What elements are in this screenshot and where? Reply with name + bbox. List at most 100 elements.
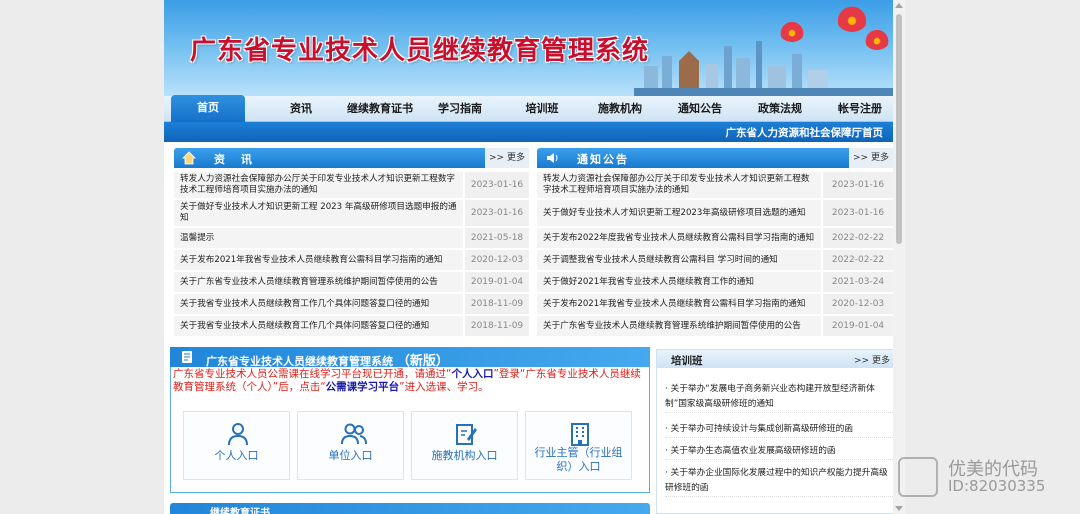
training-header: 培训班 >> 更多: [657, 350, 898, 368]
list-item-date: 2019-01-04: [823, 316, 893, 336]
list-item[interactable]: 关于广东省专业技术人员继续教育管理系统维护期间暂停使用的公告 2019-01-04: [537, 316, 893, 337]
list-item-title[interactable]: 关于我省专业技术人员继续教育工作几个具体问题答复口径的通知: [174, 294, 463, 314]
scroll-thumb[interactable]: [896, 14, 902, 244]
list-item-date: 2020-12-03: [465, 250, 529, 270]
news-panel-header: 资 讯 >> 更多: [174, 148, 529, 168]
personal-entry-label: 个人入口: [214, 449, 259, 462]
institution-entry-label: 施教机构入口: [431, 449, 498, 462]
page: 广东省专业技术人员继续教育管理系统 首页 资讯 继续教育证书 学习指南 培训班 …: [164, 0, 905, 514]
list-item-title[interactable]: 转发人力资源社会保障部办公厅关于印发专业技术人才知识更新工程数字技术工程师培育项…: [174, 172, 463, 198]
list-item[interactable]: 关于我省专业技术人员继续教育工作几个具体问题答复口径的通知 2018-11-09: [174, 294, 529, 315]
list-item-title[interactable]: 关于广东省专业技术人员继续教育管理系统维护期间暂停使用的公告: [537, 316, 821, 336]
nav-policies[interactable]: 政策法规: [752, 96, 808, 122]
city-skyline-graphic: [634, 41, 905, 96]
list-item-title[interactable]: 关于做好2021年我省专业技术人员继续教育工作的通知: [537, 272, 821, 292]
list-item-title[interactable]: 转发人力资源社会保障部办公厅关于印发专业技术人才知识更新工程数字技术工程师培育项…: [537, 172, 821, 198]
nav-home[interactable]: 首页: [171, 95, 245, 122]
list-item-title[interactable]: 关于我省专业技术人员继续教育工作几个具体问题答复口径的通知: [174, 316, 463, 336]
list-item[interactable]: 关于做好专业技术人才知识更新工程2023年高级研修项目选题的通知 2023-01-…: [537, 200, 893, 227]
hrss-home-link[interactable]: 广东省人力资源和社会保障厅首页: [726, 125, 884, 140]
list-item-title[interactable]: 关于发布2022年度我省专业技术人员继续教育公需科目学习指南的通知: [537, 228, 821, 248]
training-list-item[interactable]: · 关于举办可持续设计与集成创新高级研修班的函: [665, 422, 893, 438]
system-header: 广东省专业技术人员继续教育管理系统 （新版）: [170, 347, 650, 369]
list-item[interactable]: 关于发布2022年度我省专业技术人员继续教育公需科目学习指南的通知 2022-02…: [537, 228, 893, 249]
site-title: 广东省专业技术人员继续教育管理系统: [190, 36, 650, 66]
list-item-date: 2023-01-16: [823, 172, 893, 198]
nav-news[interactable]: 资讯: [274, 96, 328, 122]
list-item-date: 2023-01-16: [823, 200, 893, 226]
main-nav: 首页 资讯 继续教育证书 学习指南 培训班 施教机构 通知公告 政策法规 帐号注…: [164, 95, 905, 122]
system-entry-box: 广东省专业技术人员继续教育管理系统 （新版） 广东省专业技术人员公需课在线学习平…: [170, 347, 650, 493]
sub-nav-bar: 广东省人力资源和社会保障厅首页: [164, 122, 905, 142]
training-list-item[interactable]: · 关于举办生态高值农业发展高级研修班的函: [665, 444, 893, 460]
list-item-title[interactable]: 关于调整我省专业技术人员继续教育公需科目 学习时间的通知: [537, 250, 821, 270]
notices-panel-title: 通知公告: [577, 153, 629, 166]
list-item-title[interactable]: 关于做好专业技术人才知识更新工程2023年高级研修项目选题的通知: [537, 200, 821, 226]
personal-entry-button[interactable]: 个人入口: [183, 411, 290, 480]
watermark-logo: [898, 457, 938, 497]
list-item-date: 2023-01-16: [465, 200, 529, 226]
nav-study-guide[interactable]: 学习指南: [432, 96, 488, 122]
nav-training[interactable]: 培训班: [518, 96, 566, 122]
list-item-date: 2018-11-09: [465, 294, 529, 314]
scroll-down-arrow[interactable]: [895, 506, 903, 511]
nav-institutions[interactable]: 施教机构: [592, 96, 648, 122]
list-item-date: 2023-01-16: [465, 172, 529, 198]
list-item[interactable]: 关于我省专业技术人员继续教育工作几个具体问题答复口径的通知 2018-11-09: [174, 316, 529, 337]
list-item[interactable]: 关于广东省专业技术人员继续教育管理系统维护期间暂停使用的公告 2019-01-04: [174, 272, 529, 293]
list-item[interactable]: 关于调整我省专业技术人员继续教育公需科目 学习时间的通知 2022-02-22: [537, 250, 893, 271]
certificate-section-header: 继续教育证书: [170, 503, 650, 514]
list-item-title[interactable]: 关于广东省专业技术人员继续教育管理系统维护期间暂停使用的公告: [174, 272, 463, 292]
watermark: 优美的代码 ID:82030335: [896, 455, 1076, 499]
notice-text-1: 广东省专业技术人员公需课在线学习平台现已开通，请通过“: [173, 368, 452, 380]
nav-certificate[interactable]: 继续教育证书: [340, 96, 420, 122]
nav-register[interactable]: 帐号注册: [832, 96, 888, 122]
list-item-date: 2018-11-09: [465, 316, 529, 336]
unit-entry-button[interactable]: 单位入口: [297, 411, 404, 480]
header-banner: 广东省专业技术人员继续教育管理系统: [164, 0, 905, 96]
kapok-flower-graphic: [864, 28, 890, 50]
notices-panel-header: 通知公告 >> 更多: [537, 148, 893, 168]
list-item-title[interactable]: 关于发布2021年我省专业技术人员继续教育公需科目学习指南的通知: [537, 294, 821, 314]
list-item[interactable]: 关于发布2021年我省专业技术人员继续教育公需科目学习指南的通知 2020-12-…: [537, 294, 893, 315]
list-item-title[interactable]: 温馨提示: [174, 228, 463, 248]
list-item[interactable]: 温馨提示 2021-05-18: [174, 228, 529, 249]
system-title: 广东省专业技术人员继续教育管理系统 （新版）: [206, 350, 449, 369]
list-item[interactable]: 关于发布2021年我省专业技术人员继续教育公需科目学习指南的通知 2020-12-…: [174, 250, 529, 271]
watermark-line-2: ID:82030335: [948, 477, 1046, 495]
vertical-scrollbar[interactable]: [893, 0, 905, 514]
home-icon: [182, 151, 196, 165]
edit-form-icon: [456, 424, 477, 445]
system-title-text: 广东省专业技术人员继续教育管理系统: [206, 355, 393, 368]
institution-entry-button[interactable]: 施教机构入口: [411, 411, 518, 480]
certificate-section-title: 继续教育证书: [210, 508, 270, 514]
list-item-date: 2021-03-24: [823, 272, 893, 292]
list-item-title[interactable]: 关于发布2021年我省专业技术人员继续教育公需科目学习指南的通知: [174, 250, 463, 270]
list-item-title[interactable]: 关于做好专业技术人才知识更新工程 2023 年高级研修项目选题申报的通知: [174, 200, 463, 226]
industry-entry-button[interactable]: 行业主管（行业组织）入口: [525, 411, 632, 480]
notice-platform-highlight: 公需课学习平台: [325, 381, 400, 393]
list-item[interactable]: 转发人力资源社会保障部办公厅关于印发专业技术人才知识更新工程数字技术工程师培育项…: [537, 172, 893, 199]
list-item-date: 2020-12-03: [823, 294, 893, 314]
kapok-flower-graphic: [836, 4, 868, 32]
news-panel: 资 讯 >> 更多 转发人力资源社会保障部办公厅关于印发专业技术人才知识更新工程…: [174, 148, 529, 340]
notices-more-link[interactable]: >> 更多: [849, 148, 893, 168]
list-item[interactable]: 转发人力资源社会保障部办公厅关于印发专业技术人才知识更新工程数字技术工程师培育项…: [174, 172, 529, 199]
group-icon: [341, 423, 367, 445]
training-list-item[interactable]: · 关于举办“发展电子商务新兴业态构建开放型经济新体制”国家级高级研修班的通知: [665, 382, 893, 413]
kapok-flower-graphic: [779, 20, 805, 42]
list-item[interactable]: 关于做好2021年我省专业技术人员继续教育工作的通知 2021-03-24: [537, 272, 893, 293]
notice-personal-entry-highlight: 个人入口: [451, 368, 494, 380]
list-item[interactable]: 关于做好专业技术人才知识更新工程 2023 年高级研修项目选题申报的通知 2023…: [174, 200, 529, 227]
list-item-date: 2019-01-04: [465, 272, 529, 292]
training-panel: 培训班 >> 更多 · 关于举办“发展电子商务新兴业态构建开放型经济新体制”国家…: [656, 349, 899, 514]
training-more-link[interactable]: >> 更多: [854, 353, 890, 366]
scroll-up-arrow[interactable]: [895, 3, 903, 8]
nav-notices[interactable]: 通知公告: [672, 96, 728, 122]
training-list-item[interactable]: · 关于举办企业国际化发展过程中的知识产权能力提升高级研修班的函: [665, 466, 893, 497]
person-icon: [228, 423, 248, 446]
document-icon: [182, 351, 192, 363]
system-notice: 广东省专业技术人员公需课在线学习平台现已开通，请通过“个人入口”登录“广东省专业…: [171, 368, 649, 394]
unit-entry-label: 单位入口: [328, 449, 373, 462]
news-more-link[interactable]: >> 更多: [485, 148, 529, 168]
